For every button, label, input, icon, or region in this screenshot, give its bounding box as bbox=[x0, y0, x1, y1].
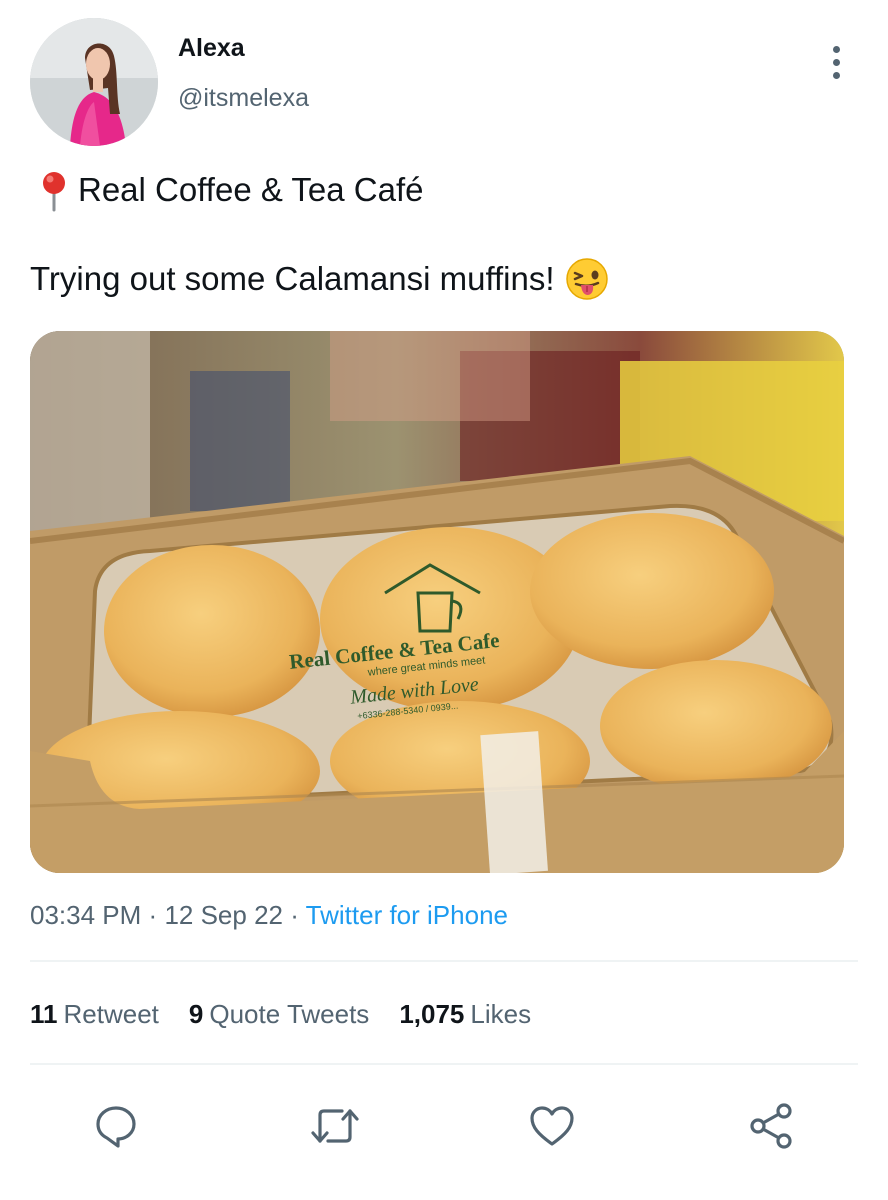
tweet-body: Trying out some Calamansi muffins! bbox=[30, 260, 555, 297]
meta-separator: · bbox=[148, 900, 158, 930]
retweets-label: Retweet bbox=[63, 999, 159, 1029]
share-button[interactable] bbox=[744, 1098, 800, 1154]
tweet-date[interactable]: 12 Sep 22 bbox=[164, 900, 283, 930]
quotes-label: Quote Tweets bbox=[209, 999, 370, 1029]
divider bbox=[30, 1063, 858, 1065]
tweet-source-link[interactable]: Twitter for iPhone bbox=[306, 900, 508, 930]
engagement-stats: 11 Retweet 9 Quote Tweets 1,075 Likes bbox=[30, 999, 561, 1030]
retweet-icon bbox=[311, 1109, 359, 1143]
location-text: Real Coffee & Tea Café bbox=[78, 171, 424, 208]
heart-icon bbox=[530, 1106, 574, 1146]
retweets-count: 11 bbox=[30, 999, 58, 1029]
avatar-image bbox=[30, 18, 158, 146]
more-options-icon[interactable] bbox=[818, 44, 854, 80]
share-icon bbox=[750, 1103, 792, 1149]
round-pushpin-icon bbox=[43, 172, 65, 212]
divider bbox=[30, 960, 858, 962]
tweet-location-line: Real Coffee & Tea Café bbox=[34, 168, 424, 212]
avatar[interactable] bbox=[30, 18, 158, 146]
retweets-stat[interactable]: 11 Retweet bbox=[30, 999, 159, 1030]
tweet-photo[interactable]: Real Coffee & Tea Cafe where great minds… bbox=[30, 331, 844, 873]
muffin-box-photo: Real Coffee & Tea Cafe where great minds… bbox=[30, 331, 844, 873]
tweet-action-bar bbox=[0, 1098, 888, 1154]
likes-stat[interactable]: 1,075 Likes bbox=[399, 999, 531, 1030]
quotes-count: 9 bbox=[188, 999, 204, 1029]
tweet-text: Trying out some Calamansi muffins! bbox=[30, 257, 609, 301]
likes-count: 1,075 bbox=[399, 999, 465, 1029]
likes-label: Likes bbox=[470, 999, 532, 1029]
author-handle[interactable]: @itsmelexa bbox=[178, 84, 309, 113]
retweet-button[interactable] bbox=[307, 1098, 363, 1154]
author-display-name[interactable]: Alexa bbox=[178, 34, 245, 63]
winking-face-with-tongue-emoji bbox=[565, 258, 608, 300]
tweet-time[interactable]: 03:34 PM bbox=[30, 900, 141, 930]
meta-separator: · bbox=[290, 900, 299, 930]
tweet-metadata: 03:34 PM · 12 Sep 22 · Twitter for iPhon… bbox=[30, 900, 508, 931]
reply-icon bbox=[96, 1106, 136, 1148]
like-button[interactable] bbox=[524, 1098, 580, 1154]
reply-button[interactable] bbox=[88, 1098, 144, 1154]
quote-tweets-stat[interactable]: 9 Quote Tweets bbox=[189, 999, 369, 1030]
